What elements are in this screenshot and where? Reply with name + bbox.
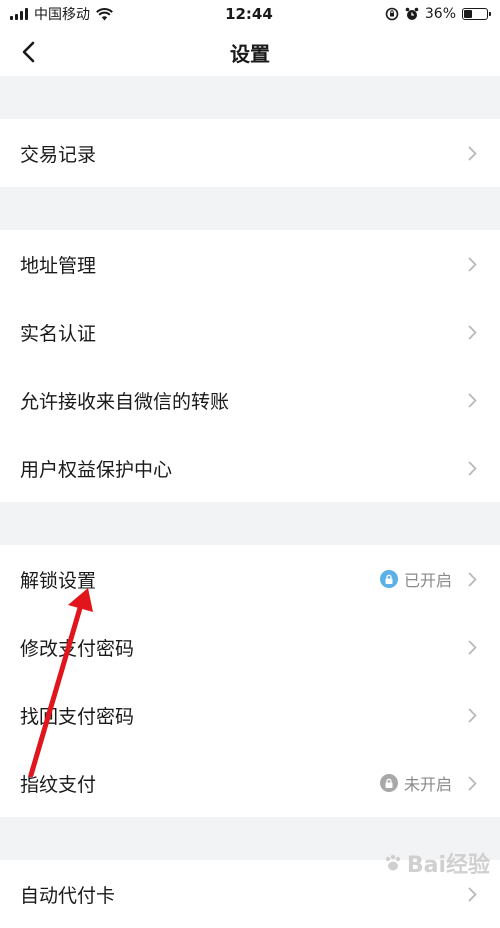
alarm-icon (405, 7, 419, 20)
settings-row-label: 解锁设置 (20, 569, 97, 592)
settings-row-right (458, 639, 480, 655)
wifi-icon (96, 7, 113, 20)
settings-group: 地址管理实名认证允许接收来自微信的转账 用户权益保护中心 (0, 230, 500, 502)
battery-icon (462, 8, 491, 20)
settings-row[interactable]: 修改支付密码 (0, 613, 500, 681)
settings-row-right (458, 392, 480, 408)
settings-row[interactable]: 指纹支付 未开启 (0, 749, 500, 817)
chevron-right-icon (464, 460, 480, 476)
chevron-right-icon (464, 707, 480, 723)
battery-fill (464, 10, 472, 18)
settings-row[interactable]: 解锁设置 已开启 (0, 545, 500, 613)
settings-row-label: 用户权益保护中心 (20, 458, 173, 481)
lock-icon (379, 570, 398, 588)
paw-icon (385, 854, 401, 871)
chevron-right-icon (464, 571, 480, 587)
settings-row-right: 已开启 (379, 567, 480, 591)
rotation-lock-icon (385, 7, 399, 21)
settings-row-right (458, 145, 480, 161)
chevron-right-icon (464, 256, 480, 272)
settings-row[interactable]: 交易记录 (0, 119, 500, 187)
chevron-right-icon (464, 886, 480, 902)
watermark-text: Bai经验 (406, 853, 490, 878)
chevron-right-icon (464, 324, 480, 340)
battery-percent: 36% (424, 6, 456, 22)
settings-row-label: 地址管理 (20, 254, 97, 277)
settings-row-right (458, 324, 480, 340)
status-bar: 中国移动 12:44 36% (0, 0, 500, 28)
chevron-right-icon (464, 145, 480, 161)
chevron-right-icon (464, 392, 480, 408)
settings-row[interactable]: 实名认证 (0, 298, 500, 366)
settings-row[interactable]: 允许接收来自微信的转账 (0, 366, 500, 434)
lock-icon (379, 774, 398, 792)
settings-row[interactable]: 地址管理 (0, 230, 500, 298)
settings-group: 解锁设置 已开启修改支付密码 找回支付密码 指纹支付 未开启 (0, 545, 500, 817)
chevron-right-icon (464, 775, 480, 791)
watermark-logo: Bai经验 (383, 847, 490, 879)
page-title: 设置 (230, 41, 270, 66)
settings-row-label: 允许接收来自微信的转账 (20, 390, 230, 413)
settings-row-label: 指纹支付 (20, 773, 97, 796)
settings-row-right (458, 460, 480, 476)
settings-list: 交易记录地址管理实名认证允许接收来自微信的转账 用户权益保护中心 解锁设置 已开启修改… (0, 76, 500, 928)
settings-row-right: 未开启 (379, 771, 480, 795)
back-button[interactable] (14, 38, 42, 66)
chevron-left-icon (22, 41, 35, 63)
status-left: 中国移动 (10, 4, 113, 24)
settings-row-label: 自动代付卡 (20, 884, 116, 907)
chevron-right-icon (464, 639, 480, 655)
settings-row-label: 交易记录 (20, 143, 97, 166)
settings-row[interactable]: 用户权益保护中心 (0, 434, 500, 502)
settings-row-right (458, 886, 480, 902)
settings-row-label: 修改支付密码 (20, 637, 135, 660)
settings-row-right (458, 256, 480, 272)
settings-group: 交易记录 (0, 119, 500, 187)
status-right: 36% (385, 6, 491, 22)
nav-bar: 设置 (0, 28, 500, 76)
status-time: 12:44 (225, 5, 273, 23)
settings-row-right (458, 707, 480, 723)
settings-row-status: 未开启 (403, 775, 452, 794)
settings-row[interactable]: 找回支付密码 (0, 681, 500, 749)
settings-row-label: 找回支付密码 (20, 705, 135, 728)
settings-row-label: 实名认证 (20, 322, 97, 345)
carrier-name: 中国移动 (34, 7, 90, 23)
settings-row-status: 已开启 (403, 571, 452, 590)
signal-icon (10, 8, 28, 20)
